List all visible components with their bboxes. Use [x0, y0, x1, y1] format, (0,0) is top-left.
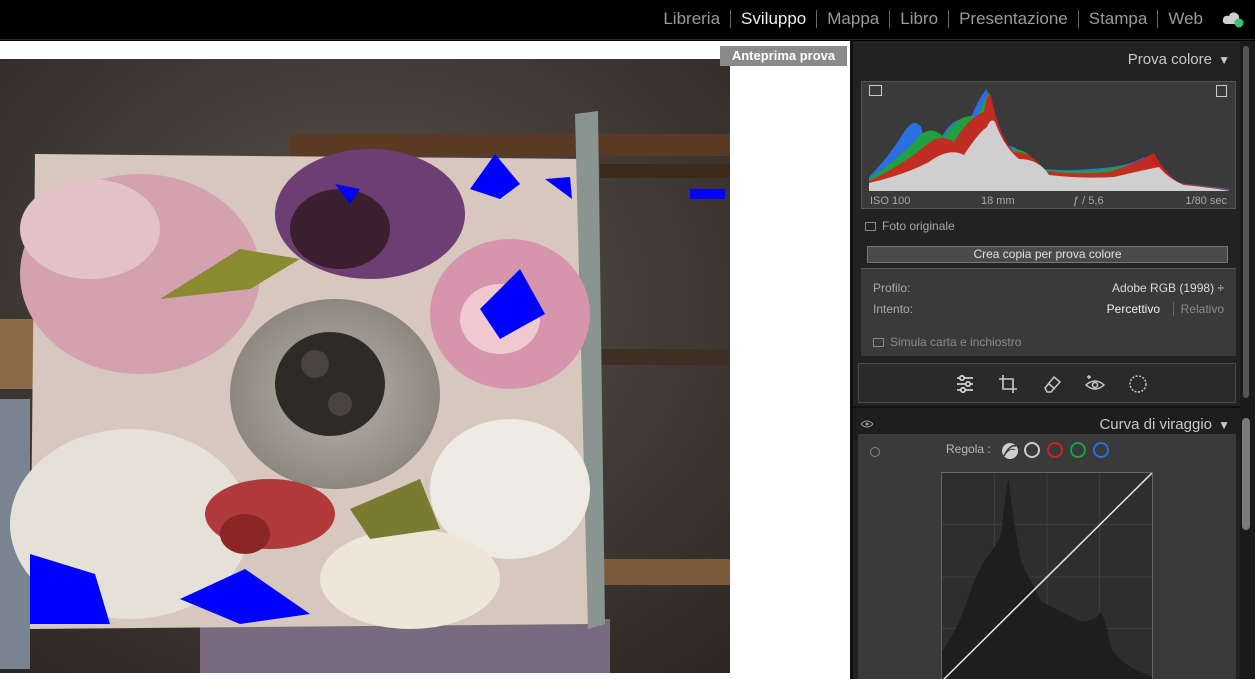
original-photo-checkbox[interactable] — [865, 222, 876, 232]
module-sviluppo[interactable]: Sviluppo — [731, 10, 816, 28]
rgb-channel-button[interactable] — [1024, 442, 1040, 458]
mask-icon[interactable] — [1127, 373, 1149, 395]
collapse-triangle-icon[interactable]: ▼ — [1218, 53, 1230, 67]
original-photo-label: Foto originale — [882, 219, 955, 233]
sliders-icon[interactable] — [954, 373, 976, 395]
proof-settings: Profilo: Adobe RGB (1998) ÷ Intento: Per… — [861, 268, 1236, 356]
right-panel: Prova colore ▼ ISO 100 18 mm ƒ / 5,6 1/8… — [850, 41, 1242, 679]
crop-icon[interactable] — [997, 373, 1019, 395]
module-presentazione[interactable]: Presentazione — [949, 10, 1078, 28]
tone-curve-graph[interactable] — [941, 472, 1153, 679]
photo-image — [0, 59, 730, 673]
green-channel-button[interactable] — [1070, 442, 1086, 458]
parametric-curve-icon[interactable] — [1001, 442, 1019, 460]
adjust-label: Regola : — [946, 442, 991, 456]
panel-scrollbar-upper[interactable] — [1243, 46, 1249, 398]
intent-relative-option[interactable]: Relativo — [1181, 302, 1224, 316]
eraser-icon[interactable] — [1041, 373, 1063, 395]
simulate-paper-ink-checkbox[interactable] — [873, 338, 884, 348]
exif-iso: ISO 100 — [870, 195, 911, 207]
histogram-graph — [869, 89, 1229, 191]
intent-perceptual-option[interactable]: Percettivo — [1107, 302, 1160, 316]
histogram[interactable]: ISO 100 18 mm ƒ / 5,6 1/80 sec — [861, 81, 1236, 209]
module-bar: Libreria Sviluppo Mappa Libro Presentazi… — [0, 0, 1255, 40]
blue-channel-button[interactable] — [1093, 442, 1109, 458]
photo-canvas[interactable]: Anteprima prova — [0, 41, 850, 679]
module-libro[interactable]: Libro — [890, 10, 948, 28]
profile-label: Profilo: — [873, 281, 911, 295]
red-channel-button[interactable] — [1047, 442, 1063, 458]
collapse-triangle-icon[interactable]: ▼ — [1218, 418, 1230, 432]
soft-proof-panel-header[interactable]: Prova colore ▼ — [853, 43, 1242, 77]
tone-curve-editor: Regola : — [858, 434, 1236, 679]
cloud-sync-icon[interactable] — [1221, 10, 1245, 28]
exif-aperture: ƒ / 5,6 — [1073, 195, 1104, 207]
eye-icon[interactable] — [861, 420, 873, 428]
panel-title: Prova colore — [1127, 51, 1212, 68]
lightroom-window: Libreria Sviluppo Mappa Libro Presentazi… — [0, 0, 1255, 679]
original-photo-toggle[interactable]: Foto originale — [865, 219, 955, 233]
module-web[interactable]: Web — [1158, 10, 1213, 28]
exif-focal-length: 18 mm — [981, 195, 1015, 207]
soft-proof-badge: Anteprima prova — [720, 46, 847, 66]
simulate-paper-ink-label: Simula carta e inchiostro — [890, 335, 1022, 349]
redeye-icon[interactable] — [1084, 373, 1106, 395]
target-adjust-icon[interactable] — [870, 447, 880, 457]
intent-label: Intento: — [873, 302, 914, 316]
simulate-paper-ink-toggle[interactable]: Simula carta e inchiostro — [873, 335, 1021, 349]
develop-tool-strip — [858, 363, 1236, 403]
module-stampa[interactable]: Stampa — [1079, 10, 1158, 28]
profile-select[interactable]: Adobe RGB (1998) ÷ — [1112, 281, 1224, 295]
panel-title: Curva di viraggio — [1099, 416, 1212, 433]
module-mappa[interactable]: Mappa — [817, 10, 889, 28]
panel-scrollbar-thumb[interactable] — [1242, 418, 1250, 530]
intent-separator — [1173, 302, 1174, 316]
exif-shutter: 1/80 sec — [1185, 195, 1227, 207]
module-libreria[interactable]: Libreria — [653, 10, 730, 28]
module-picker: Libreria Sviluppo Mappa Libro Presentazi… — [653, 0, 1213, 38]
create-proof-copy-button[interactable]: Crea copia per prova colore — [867, 246, 1228, 263]
